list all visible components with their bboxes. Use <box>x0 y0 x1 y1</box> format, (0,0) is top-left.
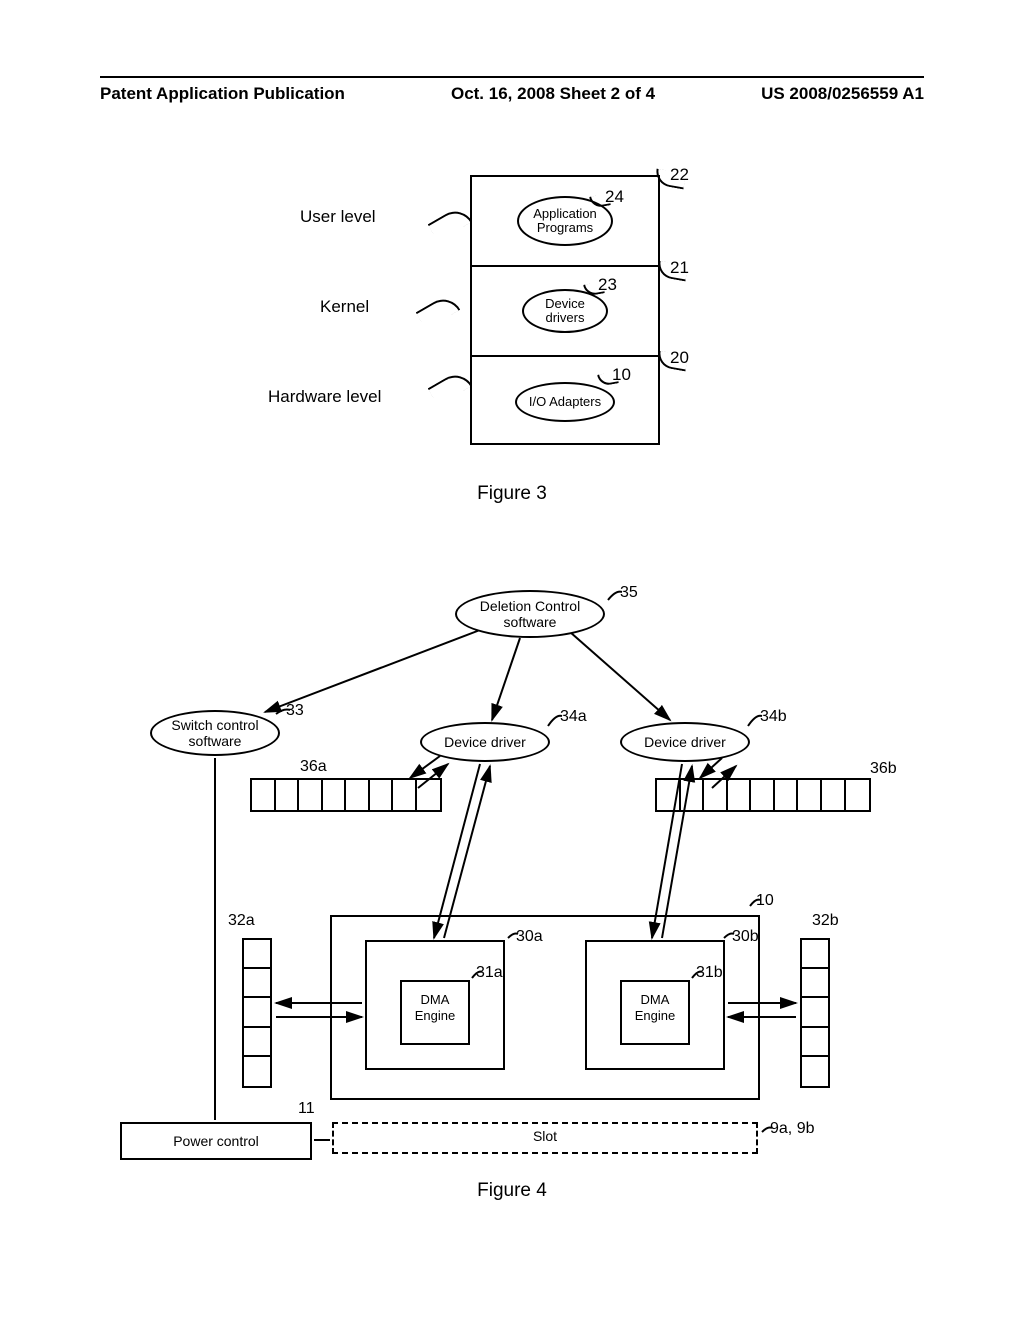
fig3-leader-user <box>428 204 473 241</box>
header-right: US 2008/0256559 A1 <box>761 84 924 104</box>
queue-cell <box>681 780 705 810</box>
queue-cell <box>846 780 870 810</box>
queue-cell <box>244 969 270 998</box>
fig4-ref-9: 9a, 9b <box>770 1120 814 1138</box>
fig3-label-kernel: Kernel <box>320 297 369 317</box>
queue-cell <box>370 780 394 810</box>
fig4-ref-11: 11 <box>298 1100 315 1118</box>
fig4-label-slot: Slot <box>332 1128 758 1144</box>
queue-cell <box>417 780 440 810</box>
fig4-node-deletion-control: Deletion Control software <box>455 590 605 638</box>
queue-cell <box>244 1028 270 1057</box>
fig4-ref-34b: 34b <box>760 708 787 726</box>
figure-3: Application Programs Device drivers I/O … <box>100 165 924 505</box>
queue-cell <box>346 780 370 810</box>
queue-cell <box>276 780 300 810</box>
fig3-row-user: Application Programs <box>472 177 658 267</box>
fig4-queue-32a <box>242 938 272 1088</box>
fig4-node-device-driver-b: Device driver <box>620 722 750 762</box>
fig4-ref-34a: 34a <box>560 708 587 726</box>
header-center: Oct. 16, 2008 Sheet 2 of 4 <box>451 84 655 104</box>
header-left: Patent Application Publication <box>100 84 345 104</box>
queue-cell <box>704 780 728 810</box>
queue-cell <box>244 1057 270 1086</box>
fig4-caption: Figure 4 <box>100 1180 924 1202</box>
fig4-ref-32a: 32a <box>228 912 255 930</box>
fig4-queue-32b <box>800 938 830 1088</box>
fig4-node-switch-control: Switch control software <box>150 710 280 756</box>
queue-cell <box>657 780 681 810</box>
figure-4: Deletion Control software Switch control… <box>100 560 924 1220</box>
fig4-queue-36a <box>250 778 442 812</box>
fig4-ref-31b: 31b <box>696 964 723 982</box>
fig4-ref-30b: 30b <box>732 928 759 946</box>
queue-cell <box>802 1028 828 1057</box>
fig4-box-power-control: Power control <box>120 1122 312 1160</box>
fig4-ref-36b: 36b <box>870 760 897 778</box>
queue-cell <box>244 998 270 1027</box>
fig3-caption: Figure 3 <box>100 483 924 505</box>
fig3-label-hardware: Hardware level <box>268 387 381 407</box>
fig4-label-dma-a: DMA Engine <box>400 992 470 1023</box>
fig4-label-dma-b: DMA Engine <box>620 992 690 1023</box>
fig4-ref-35: 35 <box>620 584 638 602</box>
queue-cell <box>393 780 417 810</box>
page-header: Patent Application Publication Oct. 16, … <box>100 76 924 104</box>
fig3-leader-hardware <box>428 368 473 405</box>
fig4-ref-30a: 30a <box>516 928 543 946</box>
fig3-label-user: User level <box>300 207 376 227</box>
fig4-ref-32b: 32b <box>812 912 839 930</box>
queue-cell <box>802 998 828 1027</box>
fig4-ref-33: 33 <box>286 702 304 720</box>
queue-cell <box>775 780 799 810</box>
queue-cell <box>323 780 347 810</box>
queue-cell <box>822 780 846 810</box>
queue-cell <box>252 780 276 810</box>
fig3-node-device-drivers: Device drivers <box>522 289 608 333</box>
queue-cell <box>802 1057 828 1086</box>
queue-cell <box>728 780 752 810</box>
queue-cell <box>802 940 828 969</box>
queue-cell <box>299 780 323 810</box>
fig4-ref-31a: 31a <box>476 964 503 982</box>
fig4-ref-10: 10 <box>756 892 774 910</box>
queue-cell <box>244 940 270 969</box>
queue-cell <box>802 969 828 998</box>
fig3-node-io-adapters: I/O Adapters <box>515 382 615 422</box>
queue-cell <box>751 780 775 810</box>
fig4-node-device-driver-a: Device driver <box>420 722 550 762</box>
fig3-stack: Application Programs Device drivers I/O … <box>470 175 660 445</box>
fig4-queue-36b <box>655 778 871 812</box>
patent-page: Patent Application Publication Oct. 16, … <box>0 0 1024 1320</box>
fig4-ref-36a: 36a <box>300 758 327 776</box>
fig3-row-kernel: Device drivers <box>472 267 658 357</box>
fig3-leader-kernel <box>416 292 461 329</box>
queue-cell <box>798 780 822 810</box>
